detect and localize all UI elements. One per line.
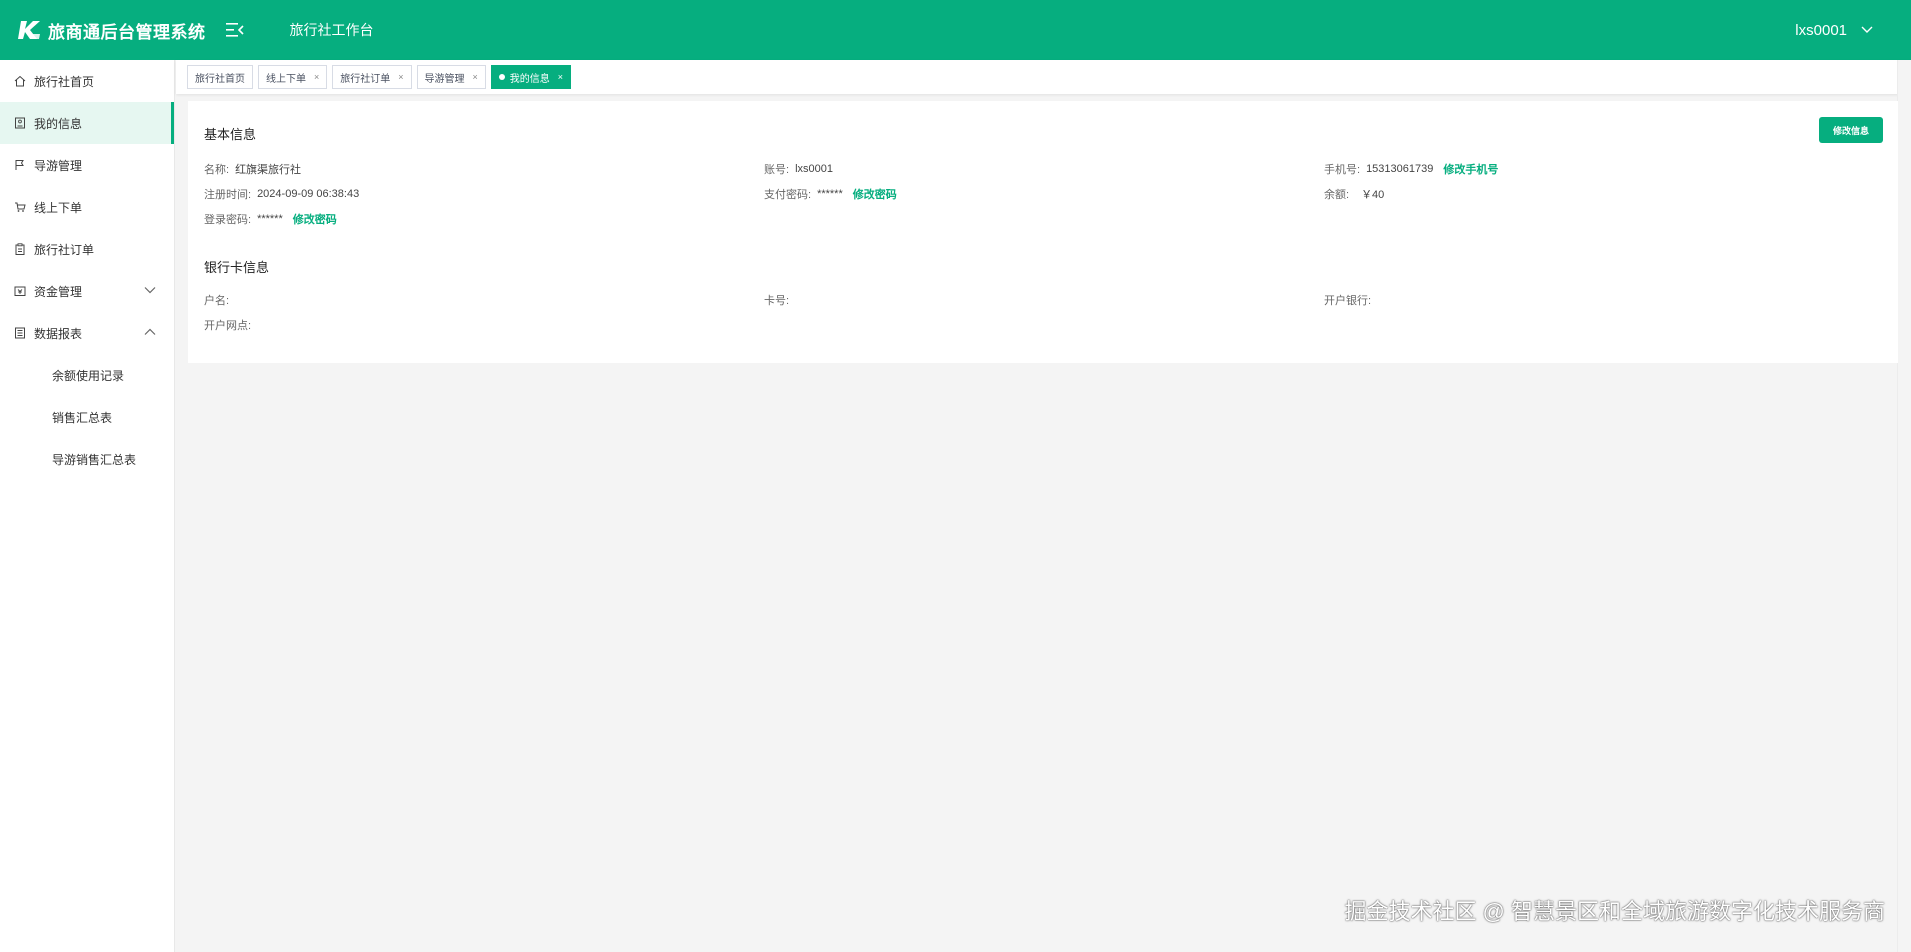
flag-icon [14, 159, 26, 171]
sidebar-subitem-balance-records[interactable]: 余额使用记录 [0, 354, 174, 396]
top-bar: 旅商通后台管理系统 旅行社工作台 lxs0001 [0, 0, 1911, 60]
register-time-field: 注册时间: 2024-09-09 06:38:43 [204, 186, 359, 202]
sidebar: 旅行社首页 我的信息 导游管理 线上下单 旅行社订单 资金管理 数据报表 余额使… [0, 60, 175, 952]
name-field: 名称: 红旗渠旅行社 [204, 161, 301, 177]
user-menu[interactable]: lxs0001 [1795, 0, 1873, 60]
account-holder-field: 户名: [204, 292, 229, 308]
tab-online-order[interactable]: 线上下单 × [258, 65, 328, 89]
phone-label: 手机号: [1324, 164, 1361, 176]
sidebar-item-label: 旅行社订单 [34, 242, 95, 257]
profile-icon [14, 117, 26, 129]
pay-password-label: 支付密码: [764, 189, 812, 201]
report-icon [14, 327, 26, 339]
bank-branch-field: 开户网点: [204, 317, 251, 333]
active-dot-icon [498, 74, 505, 80]
sidebar-item-guide-management[interactable]: 导游管理 [0, 144, 174, 186]
sidebar-item-label: 导游管理 [34, 158, 83, 173]
sidebar-item-my-info[interactable]: 我的信息 [0, 102, 174, 144]
login-password-field: 登录密码: ****** 修改密码 [204, 211, 337, 227]
close-icon[interactable]: × [473, 72, 478, 82]
bank-branch-label: 开户网点: [204, 320, 252, 332]
tab-label: 线上下单 [266, 73, 306, 85]
sidebar-item-label: 线上下单 [34, 200, 83, 215]
sidebar-item-home[interactable]: 旅行社首页 [0, 60, 174, 102]
vertical-scrollbar[interactable] [1897, 60, 1911, 952]
balance-value: ￥40 [1361, 189, 1385, 201]
close-icon[interactable]: × [558, 72, 563, 82]
pay-password-value: ****** [817, 188, 843, 200]
watermark: 掘金技术社区 @ 智慧景区和全域旅游数字化技术服务商 [1344, 899, 1885, 924]
sidebar-item-fund-management[interactable]: 资金管理 [0, 270, 174, 312]
change-pay-password-link[interactable]: 修改密码 [853, 186, 897, 202]
sidebar-subitem-guide-sales-summary[interactable]: 导游销售汇总表 [0, 438, 174, 480]
wallet-icon [14, 285, 26, 297]
account-holder-label: 户名: [204, 295, 230, 307]
tab-guide-management[interactable]: 导游管理 × [416, 65, 486, 89]
bank-name-label: 开户银行: [1324, 295, 1372, 307]
tab-label: 导游管理 [424, 73, 465, 85]
menu-collapse-icon[interactable] [225, 21, 246, 39]
chevron-up-icon [144, 328, 156, 335]
card-number-field: 卡号: [764, 292, 789, 308]
account-value: lxs0001 [795, 163, 833, 175]
tab-label: 旅行社首页 [195, 73, 245, 85]
balance-field: 余额: ￥40 [1324, 186, 1384, 202]
change-phone-link[interactable]: 修改手机号 [1443, 161, 1498, 177]
tab-my-info[interactable]: 我的信息 × [490, 65, 572, 89]
chevron-down-icon [1861, 26, 1873, 33]
tab-label: 旅行社订单 [340, 73, 391, 85]
tabs-bar: 旅行社首页 线上下单 × 旅行社订单 × 导游管理 × 我的信息 × [176, 60, 1911, 94]
app-title: 旅商通后台管理系统 [48, 22, 206, 42]
phone-field: 手机号: 15313061739 修改手机号 [1324, 161, 1498, 177]
card-number-label: 卡号: [764, 295, 790, 307]
register-time-value: 2024-09-09 06:38:43 [257, 188, 360, 200]
bank-info-title: 银行卡信息 [204, 260, 270, 275]
name-label: 名称: [204, 164, 230, 176]
sidebar-item-data-reports[interactable]: 数据报表 [0, 312, 174, 354]
sidebar-item-label: 数据报表 [34, 326, 83, 341]
close-icon[interactable]: × [314, 72, 319, 82]
sidebar-item-label: 旅行社首页 [34, 74, 95, 89]
tab-agency-orders[interactable]: 旅行社订单 × [332, 65, 412, 89]
tab-agency-home[interactable]: 旅行社首页 [187, 65, 253, 89]
bank-name-field: 开户银行: [1324, 292, 1371, 308]
brand-logo-icon [18, 21, 40, 39]
phone-value: 15313061739 [1366, 163, 1434, 175]
sidebar-item-online-order[interactable]: 线上下单 [0, 186, 174, 228]
sidebar-item-agency-orders[interactable]: 旅行社订单 [0, 228, 174, 270]
account-field: 账号: lxs0001 [764, 161, 833, 177]
register-time-label: 注册时间: [204, 189, 252, 201]
balance-label: 余额: [1324, 189, 1350, 201]
edit-info-button[interactable]: 修改信息 [1819, 117, 1883, 143]
pay-password-field: 支付密码: ****** 修改密码 [764, 186, 897, 202]
sidebar-subitem-sales-summary[interactable]: 销售汇总表 [0, 396, 174, 438]
login-password-label: 登录密码: [204, 214, 252, 226]
cart-icon [14, 201, 26, 213]
chevron-down-icon [144, 287, 156, 294]
sidebar-item-label: 我的信息 [34, 116, 83, 131]
logo: 旅商通后台管理系统 [18, 0, 206, 60]
username: lxs0001 [1795, 21, 1847, 39]
clipboard-icon [14, 243, 26, 255]
info-card: 基本信息 修改信息 名称: 红旗渠旅行社 账号: lxs0001 手机号: 15… [188, 101, 1898, 363]
tab-label: 我的信息 [509, 73, 550, 85]
name-value: 红旗渠旅行社 [235, 164, 302, 176]
home-icon [14, 75, 26, 87]
sidebar-item-label: 资金管理 [34, 284, 83, 299]
account-label: 账号: [764, 164, 790, 176]
close-icon[interactable]: × [398, 72, 403, 82]
basic-info-title: 基本信息 [204, 127, 257, 142]
workspace-title: 旅行社工作台 [289, 22, 374, 38]
change-login-password-link[interactable]: 修改密码 [293, 211, 337, 227]
login-password-value: ****** [257, 213, 283, 225]
